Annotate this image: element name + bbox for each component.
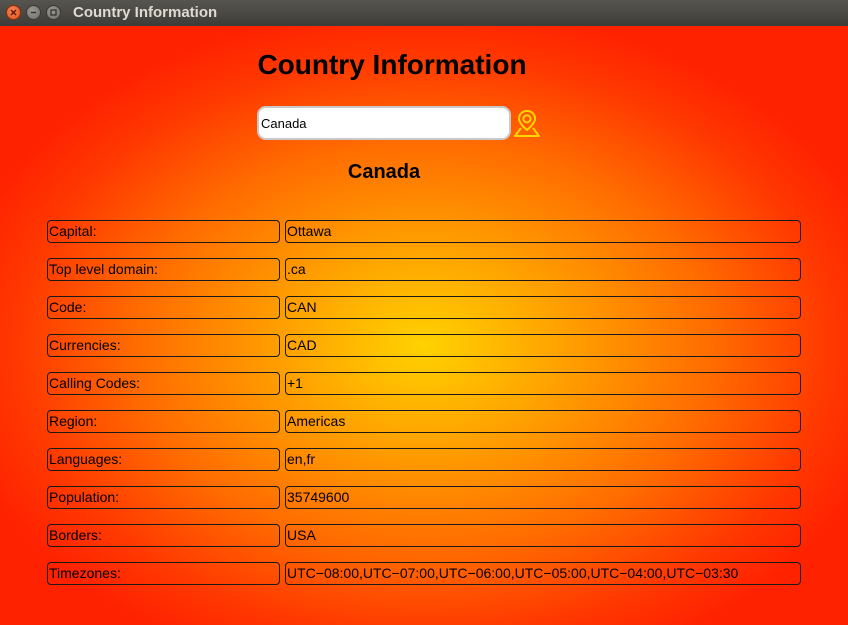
field-value: +1 (285, 372, 801, 395)
field-row-calling-codes: Calling Codes: +1 (47, 372, 801, 395)
minimize-icon (31, 11, 36, 14)
field-label: Currencies: (47, 334, 280, 357)
field-value: 35749600 (285, 486, 801, 509)
main-content: Country Information Canada Capital: Otta… (0, 26, 848, 625)
close-icon (10, 9, 17, 16)
field-label: Population: (47, 486, 280, 509)
field-row-currencies: Currencies: CAD (47, 334, 801, 357)
field-value: CAD (285, 334, 801, 357)
field-row-languages: Languages: en,fr (47, 448, 801, 471)
field-label: Region: (47, 410, 280, 433)
field-row-capital: Capital: Ottawa (47, 220, 801, 243)
field-row-population: Population: 35749600 (47, 486, 801, 509)
country-name-heading: Canada (347, 161, 421, 183)
field-row-top-level-domain: Top level domain: .ca (47, 258, 801, 281)
field-value: .ca (285, 258, 801, 281)
field-label: Capital: (47, 220, 280, 243)
map-pin-icon (514, 109, 540, 137)
page-title: Country Information (257, 49, 527, 80)
field-row-code: Code: CAN (47, 296, 801, 319)
field-value: CAN (285, 296, 801, 319)
field-value: Ottawa (285, 220, 801, 243)
minimize-window-button[interactable] (26, 5, 41, 20)
field-row-region: Region: Americas (47, 410, 801, 433)
field-label: Borders: (47, 524, 280, 547)
field-label: Top level domain: (47, 258, 280, 281)
close-window-button[interactable] (6, 5, 21, 20)
field-label: Timezones: (47, 562, 280, 585)
maximize-icon (50, 9, 57, 16)
field-value: Americas (285, 410, 801, 433)
country-search-input[interactable] (257, 106, 511, 140)
app-window: Country Information Country Information … (0, 0, 848, 625)
field-value: USA (285, 524, 801, 547)
field-value: UTC−08:00,UTC−07:00,UTC−06:00,UTC−05:00,… (285, 562, 801, 585)
locate-button[interactable] (512, 108, 542, 138)
title-bar[interactable]: Country Information (0, 0, 848, 26)
field-label: Code: (47, 296, 280, 319)
window-title: Country Information (73, 4, 218, 21)
field-row-timezones: Timezones: UTC−08:00,UTC−07:00,UTC−06:00… (47, 562, 801, 585)
field-label: Calling Codes: (47, 372, 280, 395)
field-label: Languages: (47, 448, 280, 471)
maximize-window-button[interactable] (46, 5, 61, 20)
field-row-borders: Borders: USA (47, 524, 801, 547)
field-value: en,fr (285, 448, 801, 471)
